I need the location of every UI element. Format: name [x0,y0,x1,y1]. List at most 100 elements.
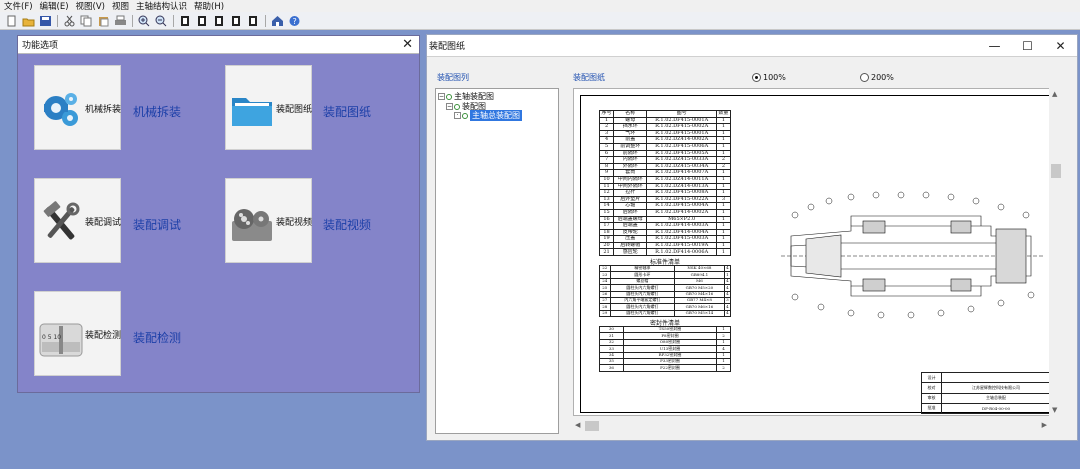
table-cell: 3 [715,195,732,204]
cut-icon[interactable] [61,14,77,28]
table-cell: 前盖 [613,136,648,144]
menu-item[interactable]: 主轴结构认识 [136,0,187,12]
table-cell: 1 [715,136,732,144]
new-icon[interactable] [3,14,19,28]
zoom-100-radio[interactable]: 100% [752,73,786,82]
table-cell: 15 [598,208,615,217]
node-icon [462,112,468,119]
scroll-up-icon[interactable]: ▲ [1052,90,1057,98]
table-cell: 名称 [613,110,648,118]
tile-assembly-inspection[interactable]: 0 5 10 装配检测 [34,291,121,376]
copy-icon[interactable] [78,14,94,28]
node-icon [446,93,452,100]
page-last-icon[interactable] [228,14,244,28]
table-cell: 1 [715,235,732,243]
save-icon[interactable] [37,14,53,28]
table-cell: 1 [715,149,732,158]
menu-item[interactable]: 视图 [112,0,129,12]
table-cell: R.1.02.DF415-0019A [646,241,717,250]
open-icon[interactable] [20,14,36,28]
paste-icon[interactable] [95,14,111,28]
table-cell: 感应轮 [613,248,648,257]
table-cell: 21 [598,248,615,257]
radio-label: 200% [871,73,894,82]
radio-unchecked-icon [860,73,869,82]
help-icon[interactable]: ? [286,14,302,28]
table-cell: 1 [598,116,615,125]
close-icon[interactable]: ✕ [402,38,413,51]
toolbar-separator [173,14,174,27]
table-cell: 芯轴 [613,202,648,210]
menu-item[interactable]: 帮助(H) [194,0,224,12]
link-machine-disassembly[interactable]: 机械拆装 [133,103,181,120]
home-icon[interactable] [269,14,285,28]
radio-checked-icon [752,73,761,82]
table-row: 21 感应轮 R.1.02.DF414-0006A 1 [598,248,732,257]
toolbar-separator [57,14,58,27]
menu-item[interactable]: 编辑(E) [40,0,69,12]
tile-machine-disassembly[interactable]: 机械拆装 [34,65,121,150]
title-block-cell: DF-R04-00-00 [941,402,1051,415]
maximize-icon[interactable]: ☐ [1011,39,1044,53]
zoom-in-icon[interactable] [136,14,152,28]
link-assembly-debugging[interactable]: 装配调试 [133,216,181,233]
scroll-down-icon[interactable]: ▼ [1052,406,1057,414]
scroll-thumb[interactable] [585,421,599,431]
table-cell: 12 [598,189,615,197]
folder-icon [232,98,272,126]
caliper-icon: 0 5 10 [39,323,83,357]
leaf-icon: · [454,112,461,119]
horizontal-scrollbar[interactable]: ◀ ▶ [573,419,1049,433]
collapse-icon[interactable]: − [438,93,445,100]
scroll-right-icon[interactable]: ▶ [1042,421,1047,429]
table-cell: 数量 [715,110,732,118]
print-icon[interactable] [112,14,128,28]
tile-label: 装配检测 [85,331,122,341]
svg-text:0 5 10: 0 5 10 [42,334,61,341]
table-row: 20 后转螺帽 R.1.02.DF415-0019A 1 [598,241,732,250]
menu-item[interactable]: 视图(V) [76,0,105,12]
spindle-section-view [781,191,1043,319]
minimize-icon[interactable]: — [978,39,1011,53]
drawing-viewer[interactable]: 序号 名称 图号 数量 1 螺母 R.1.02.DF415-0001A 1 2 挡水环 R.1.02… [573,88,1063,416]
table-cell: R.1.02.DZ414-0011A [646,175,717,184]
table-cell: 6 [598,149,615,158]
table-cell: 后转螺帽 [613,241,648,250]
tile-assembly-debugging[interactable]: 装配调试 [34,178,121,263]
collapse-icon[interactable]: − [446,103,453,110]
page-next-icon[interactable] [211,14,227,28]
table-cell: 皮带轮 [613,228,648,237]
table-cell: 1 [715,248,732,257]
title-block: 设计 校对 江苏星辉数控科技有限公司 审核 主轴总装配 批准 DF-R04-00-00 [920,371,1051,415]
scroll-left-icon[interactable]: ◀ [575,421,580,429]
table-cell: 1 [715,208,732,217]
table-row: 16 后端盖螺母 M65×P2.0 1 [598,215,732,224]
table-cell: 1 [715,228,732,237]
table-cell: R.1.02.DF414-0003A [646,222,717,230]
page-icon[interactable] [245,14,261,28]
zoom-out-icon[interactable] [153,14,169,28]
close-icon[interactable]: ✕ [1044,39,1077,53]
page-first-icon[interactable] [177,14,193,28]
page-prev-icon[interactable] [194,14,210,28]
zoom-200-radio[interactable]: 200% [860,73,894,82]
table-cell: 内隔环 [613,156,648,164]
table-cell: 中间外隔环 [613,182,648,191]
tile-assembly-videos[interactable]: 装配视频 [225,178,312,263]
vertical-scrollbar[interactable]: ▲ ▼ [1049,88,1063,416]
tile-assembly-drawings[interactable]: 装配图纸 [225,65,312,150]
table-cell: R.1.02.DF415-0006A [646,142,717,151]
table-cell: 9 [598,169,615,177]
title-block-cell: 主轴总装配 [941,392,1051,404]
link-assembly-drawings[interactable]: 装配图纸 [323,103,371,120]
scroll-thumb[interactable] [1051,164,1061,178]
tile-label: 机械拆装 [85,105,122,115]
table-cell: 前调整环 [613,142,648,151]
link-assembly-inspection[interactable]: 装配检测 [133,329,181,346]
menu-item[interactable]: 文件(F) [4,0,33,12]
link-assembly-videos[interactable]: 装配视频 [323,216,371,233]
title-block-label: 批准 [920,402,943,415]
tree-node-spindle-general-assembly[interactable]: · 主轴总装配图 [454,110,522,121]
table-cell: 后隔环 [613,208,648,217]
title-block-row: 审核 主轴总装配 [920,392,1051,404]
